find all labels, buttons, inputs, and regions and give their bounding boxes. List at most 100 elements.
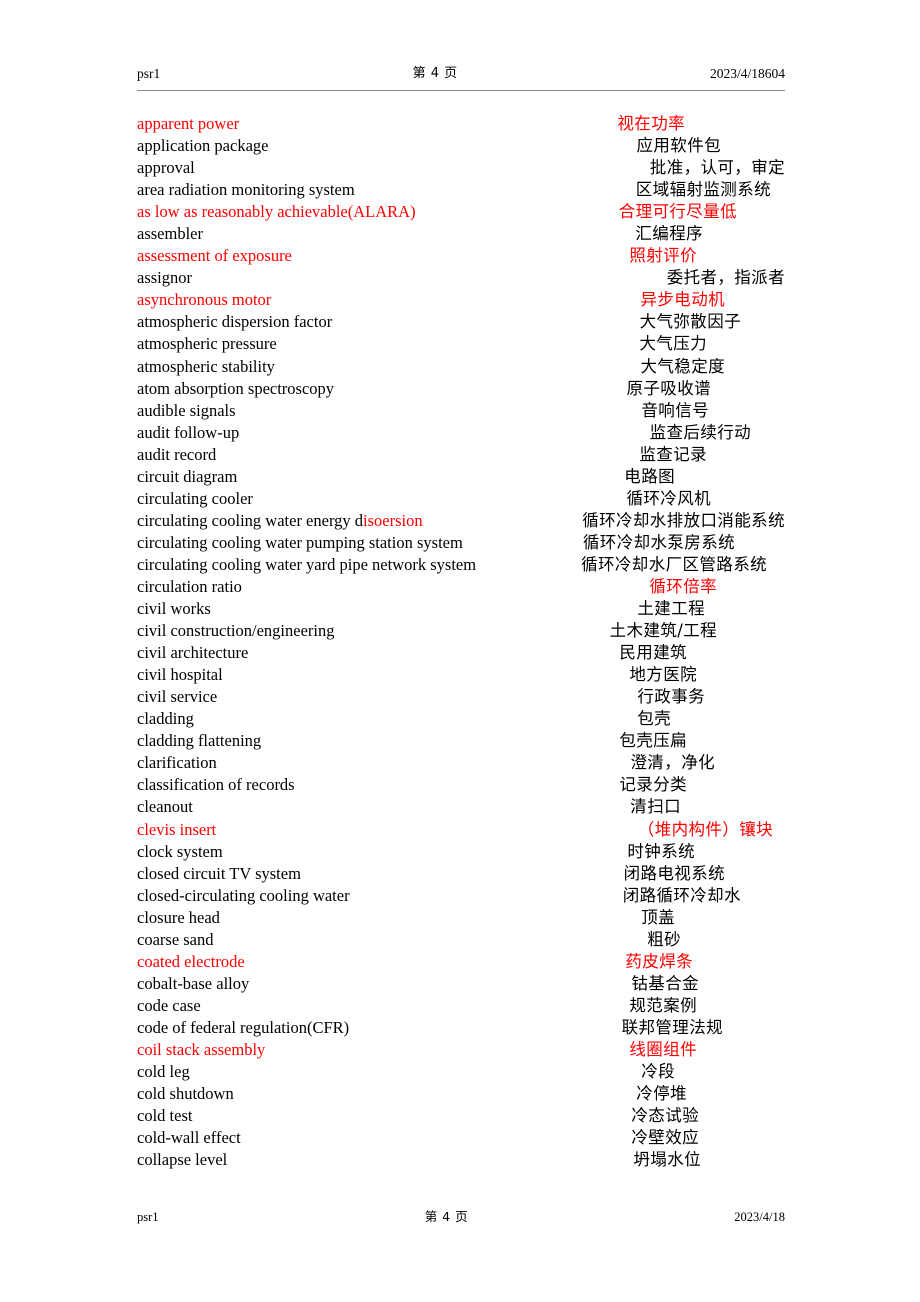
- glossary-translation: 包壳压扁: [619, 731, 687, 751]
- glossary-entry: coated electrode 药皮焊条: [137, 951, 785, 973]
- glossary-translation: 粗砂: [647, 929, 681, 949]
- glossary-translation: 合理可行尽量低: [618, 202, 737, 222]
- glossary-translation: 区域辐射监测系统: [635, 180, 771, 200]
- glossary-entry: code case 规范案例: [137, 995, 785, 1017]
- glossary-translation: 音响信号: [641, 400, 709, 420]
- glossary-term: cladding: [137, 709, 194, 729]
- glossary-term: clarification: [137, 753, 217, 773]
- glossary-term: civil architecture: [137, 643, 249, 663]
- glossary-entry: atmospheric stability 大气稳定度: [137, 356, 785, 378]
- glossary-translation: 循环倍率: [649, 576, 717, 596]
- glossary-translation: 视在功率: [617, 114, 685, 133]
- glossary-entry: closed circuit TV system 闭路电视系统: [137, 863, 785, 885]
- glossary-term: application package: [137, 136, 269, 156]
- glossary-translation: 药皮焊条: [625, 951, 693, 971]
- glossary-translation: （堆内构件）镶块: [637, 819, 773, 839]
- glossary-translation: 大气压力: [639, 334, 707, 354]
- glossary-term: asynchronous motor: [137, 290, 272, 310]
- glossary-entry: circulating cooling water yard pipe netw…: [137, 554, 785, 576]
- glossary-entry: cold test 冷态试验: [137, 1105, 785, 1127]
- glossary-term: cobalt-base alloy: [137, 973, 250, 993]
- glossary-translation: 汇编程序: [635, 224, 703, 244]
- glossary-entry: approval 批准，认可，审定: [137, 157, 785, 179]
- document-page: psr1 第 4 页 2023/4/18604 apparent power 视在…: [0, 0, 920, 1302]
- glossary-term: audit follow-up: [137, 422, 240, 442]
- footer-document-name: psr1: [137, 1210, 159, 1224]
- glossary-translation: 原子吸收谱: [626, 378, 711, 398]
- glossary-entry: circulating cooling water pumping statio…: [137, 532, 785, 554]
- glossary-term: closed-circulating cooling water: [137, 885, 350, 905]
- glossary-translation: 闭路电视系统: [623, 863, 725, 883]
- glossary-entry: area radiation monitoring system 区域辐射监测系统: [137, 179, 785, 201]
- glossary-entry: cold leg 冷段: [137, 1061, 785, 1083]
- glossary-translation: 循环冷却水厂区管路系统: [581, 554, 767, 574]
- glossary-entry: atom absorption spectroscopy 原子吸收谱: [137, 378, 785, 400]
- glossary-entry: audit follow-up 监查后续行动: [137, 422, 785, 444]
- header-page-number: 第 4 页: [412, 66, 458, 81]
- glossary-entry: as low as reasonably achievable(ALARA) 合理…: [137, 201, 785, 223]
- glossary-entry: closure head 顶盖: [137, 907, 785, 929]
- glossary-entry: assembler 汇编程序: [137, 223, 785, 245]
- glossary-term: circulating cooler: [137, 488, 253, 508]
- glossary-translation: 监查记录: [639, 444, 707, 464]
- glossary-term: code of federal regulation(CFR): [137, 1017, 350, 1037]
- glossary-entry: audible signals 音响信号: [137, 400, 785, 422]
- glossary-term: approval: [137, 158, 195, 178]
- glossary-term: assembler: [137, 224, 203, 244]
- glossary-term: cold-wall effect: [137, 1128, 241, 1148]
- glossary-term-prefix: circulating cooling water energy d: [137, 510, 364, 530]
- glossary-entry: civil service 行政事务: [137, 686, 785, 708]
- glossary-entry: circulation ratio 循环倍率: [137, 576, 785, 598]
- glossary-entry: clevis insert （堆内构件）镶块: [137, 819, 785, 841]
- glossary-entry: audit record 监查记录: [137, 444, 785, 466]
- glossary-entry: coarse sand 粗砂: [137, 929, 785, 951]
- glossary-translation: 大气弥散因子: [639, 312, 741, 332]
- glossary-term: civil works: [137, 599, 211, 619]
- glossary-translation: 坍塌水位: [633, 1150, 701, 1170]
- glossary-term: circulating cooling water yard pipe netw…: [137, 554, 477, 574]
- glossary-term: classification of records: [137, 775, 295, 795]
- glossary-translation: 土木建筑/工程: [609, 621, 717, 641]
- page-header: psr1 第 4 页 2023/4/18604: [137, 64, 785, 91]
- glossary-translation: 规范案例: [629, 995, 697, 1015]
- glossary-translation: 记录分类: [619, 775, 687, 795]
- glossary-entry: asynchronous motor 异步电动机: [137, 289, 785, 311]
- glossary-entry: atmospheric dispersion factor 大气弥散因子: [137, 311, 785, 333]
- glossary-translation: 批准，认可，审定: [649, 158, 785, 178]
- glossary-translation: 线圈组件: [629, 1039, 697, 1059]
- glossary-translation: 循环冷却水泵房系统: [582, 532, 735, 552]
- glossary-term: civil construction/engineering: [137, 621, 335, 641]
- glossary-translation: 澄清，净化: [630, 753, 715, 773]
- glossary-translation: 冷壁效应: [631, 1128, 699, 1148]
- header-document-name: psr1: [137, 66, 161, 81]
- glossary-term: closed circuit TV system: [137, 863, 301, 883]
- glossary-term: atmospheric stability: [137, 356, 275, 376]
- glossary-term: atmospheric pressure: [137, 334, 277, 354]
- glossary-entry: collapse level 坍塌水位: [137, 1149, 785, 1171]
- glossary-term: atmospheric dispersion factor: [137, 312, 333, 332]
- glossary-term: cold leg: [137, 1062, 190, 1082]
- glossary-term: as low as reasonably achievable(ALARA): [137, 202, 416, 222]
- glossary-entry: cold-wall effect 冷壁效应: [137, 1127, 785, 1149]
- glossary-term: clock system: [137, 841, 223, 861]
- glossary-translation: 联邦管理法规: [621, 1017, 723, 1037]
- glossary-translation: 冷段: [641, 1062, 675, 1082]
- glossary-entry: cleanout 清扫口: [137, 796, 785, 818]
- glossary-translation: 闭路循环冷却水: [622, 885, 741, 905]
- glossary-term: cleanout: [137, 797, 193, 817]
- glossary-translation: 应用软件包: [636, 136, 721, 156]
- glossary-term: collapse level: [137, 1150, 228, 1170]
- glossary-term-suffix: isoersion: [363, 510, 423, 530]
- glossary-term: circulation ratio: [137, 576, 242, 596]
- glossary-translation: 循环冷风机: [626, 488, 711, 508]
- glossary-translation: 大气稳定度: [640, 356, 725, 376]
- glossary-term: coated electrode: [137, 951, 245, 971]
- glossary-translation: 清扫口: [630, 797, 681, 817]
- glossary-entry: code of federal regulation(CFR) 联邦管理法规: [137, 1017, 785, 1039]
- glossary-term: circulating cooling water pumping statio…: [137, 532, 463, 552]
- glossary-entry: assignor 委托者，指派者: [137, 267, 785, 289]
- glossary-translation: 监查后续行动: [649, 422, 751, 442]
- page-footer: psr1 第 4 页 2023/4/18: [137, 1208, 785, 1226]
- glossary-entry: cold shutdown 冷停堆: [137, 1083, 785, 1105]
- glossary-entry: cobalt-base alloy 钴基合金: [137, 973, 785, 995]
